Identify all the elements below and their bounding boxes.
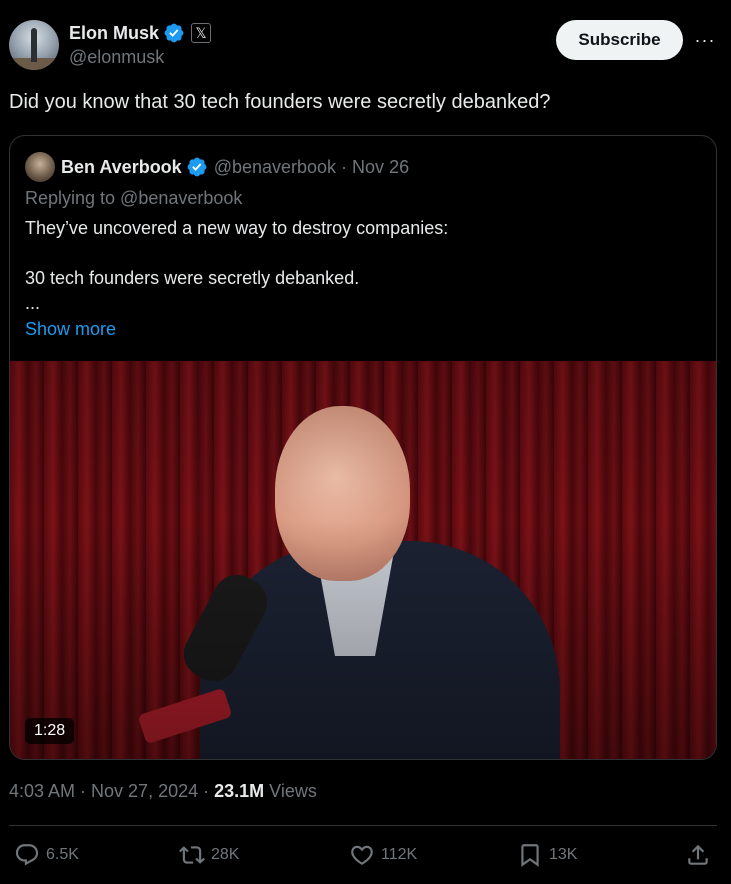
- tweet-text: Did you know that 30 tech founders were …: [9, 91, 551, 113]
- tweet-header: Elon Musk 𝕏 @elonmusk Subscribe ···: [9, 19, 721, 73]
- video-shade: [10, 361, 716, 759]
- quoted-text-line-1: They’ve uncovered a new way to destroy c…: [25, 218, 449, 238]
- quoted-text-line-2: 30 tech founders were secretly debanked.: [25, 268, 360, 288]
- tweet-timestamp[interactable]: 4:03 AM · Nov 27, 2024 ·: [9, 781, 214, 802]
- replying-to[interactable]: Replying to @benaverbook: [25, 188, 242, 209]
- bookmark-icon: [521, 844, 539, 867]
- repost-count: 28K: [211, 846, 240, 863]
- tweet-meta: 4:03 AM · Nov 27, 2024 · 23.1M Views: [9, 781, 317, 802]
- action-bar: 6.5K 28K 112K 13K: [9, 838, 717, 872]
- reply-count: 6.5K: [46, 846, 79, 863]
- bookmark-button[interactable]: 13K: [517, 838, 577, 872]
- video-player[interactable]: 1:28: [10, 361, 716, 759]
- reply-button[interactable]: 6.5K: [14, 838, 79, 872]
- like-count: 112K: [381, 846, 418, 863]
- quoted-author-handle-date[interactable]: @benaverbook · Nov 26: [214, 157, 409, 178]
- share-button[interactable]: [685, 838, 711, 872]
- show-more-link[interactable]: Show more: [25, 319, 116, 340]
- subscribe-button[interactable]: Subscribe: [556, 20, 683, 60]
- quoted-text-ellipsis: ...: [25, 293, 41, 313]
- video-duration-badge: 1:28: [25, 718, 75, 744]
- author-handle[interactable]: @elonmusk: [69, 47, 164, 68]
- views-label: Views: [264, 781, 317, 801]
- share-icon: [688, 844, 708, 865]
- author-avatar[interactable]: [9, 20, 59, 70]
- author-name-row: Elon Musk 𝕏: [69, 21, 212, 45]
- quoted-author-avatar[interactable]: [25, 152, 55, 182]
- divider: [9, 825, 717, 826]
- x-affiliation-icon[interactable]: 𝕏: [191, 23, 212, 43]
- verified-badge-icon: [187, 157, 207, 177]
- bookmark-count: 13K: [549, 846, 578, 863]
- quoted-tweet-header: Ben Averbook @benaverbook · Nov 26: [25, 152, 409, 182]
- more-icon[interactable]: ···: [692, 27, 718, 53]
- repost-button[interactable]: 28K: [179, 838, 239, 872]
- like-button[interactable]: 112K: [349, 838, 417, 872]
- reply-icon: [15, 844, 39, 866]
- avatar-rocket: [31, 28, 37, 62]
- repost-icon: [179, 846, 205, 864]
- views-count: 23.1M: [214, 781, 265, 801]
- verified-badge-icon: [164, 23, 184, 43]
- quoted-tweet[interactable]: Ben Averbook @benaverbook · Nov 26 Reply…: [9, 135, 717, 760]
- author-name[interactable]: Elon Musk: [69, 23, 159, 44]
- like-icon: [351, 845, 373, 865]
- quoted-author-name[interactable]: Ben Averbook: [61, 157, 182, 178]
